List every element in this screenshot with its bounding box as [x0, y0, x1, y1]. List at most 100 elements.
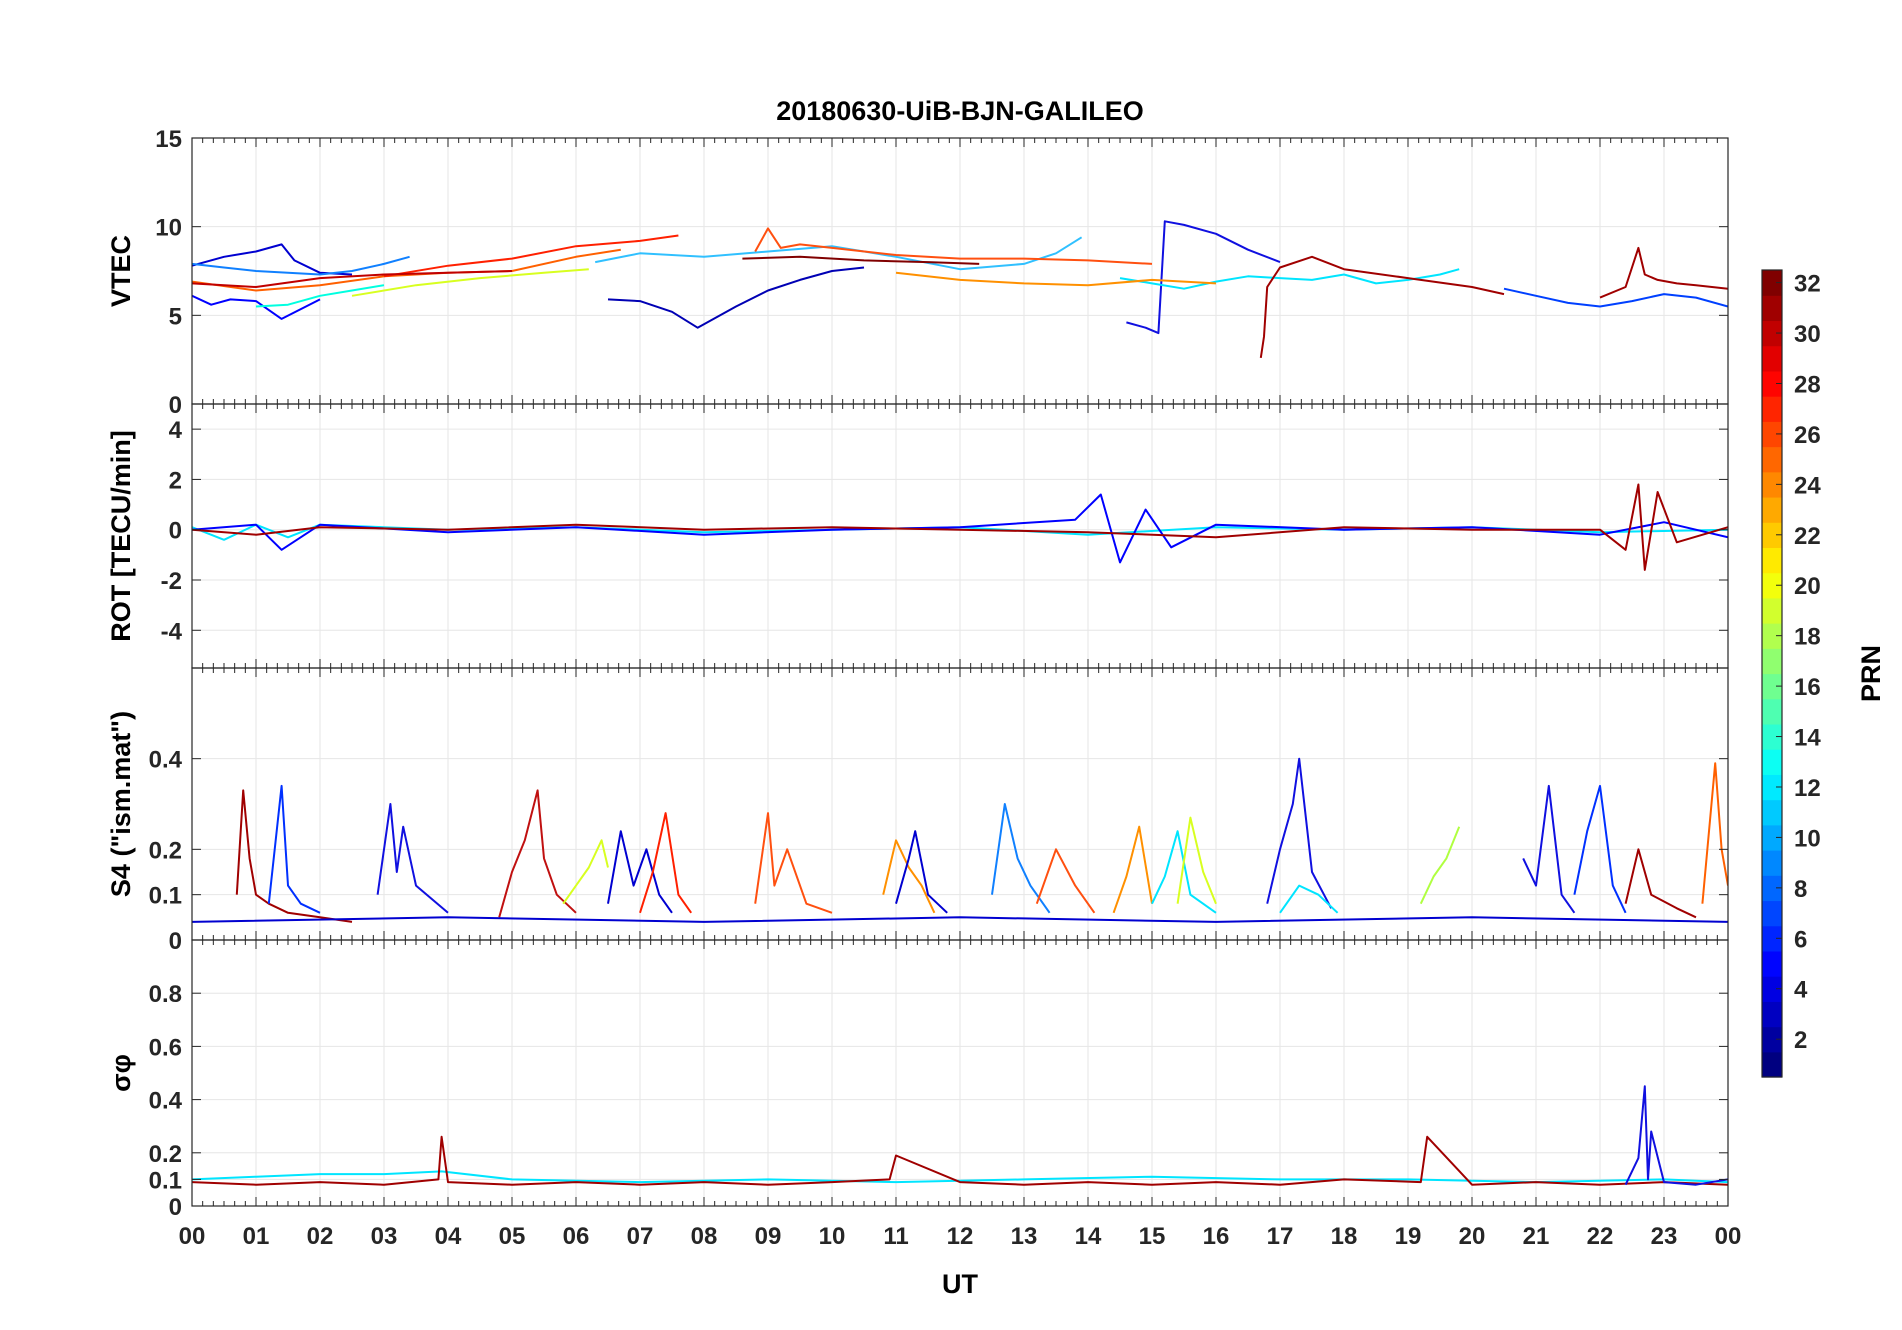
x-tick-label: 13 [1011, 1223, 1038, 1250]
series-prn-26 [754, 812, 833, 914]
series-prn-5 [1624, 1085, 1728, 1186]
colorbar-tick-label: 20 [1794, 573, 1821, 600]
x-tick-label: 21 [1523, 1223, 1550, 1250]
y-axis-label-vtec: VTEC [106, 235, 136, 307]
colorbar-cell [1762, 900, 1782, 927]
y-tick-label: 0.4 [149, 1088, 183, 1115]
x-tick-label: 05 [499, 1223, 526, 1250]
colorbar-cell [1762, 1051, 1782, 1078]
series-prn-5 [376, 803, 449, 914]
x-tick-label: 08 [691, 1223, 718, 1250]
x-tick-label: 00 [1715, 1223, 1742, 1250]
series-prn-3 [192, 243, 353, 276]
colorbar-tick-label: 32 [1794, 271, 1821, 298]
colorbar-cell [1762, 1001, 1782, 1028]
series-prn-11 [595, 236, 1083, 271]
y-tick-label: 15 [155, 126, 182, 153]
x-tick-label: 17 [1267, 1223, 1294, 1250]
x-tick-label: 04 [435, 1223, 462, 1250]
series-prn-13 [1151, 830, 1217, 914]
colorbar-cell [1762, 597, 1782, 624]
x-tick-label: 09 [755, 1223, 782, 1250]
panel-rot: -4 -2 0 2 4 ROT [TECU/min] [106, 403, 1729, 669]
series-prn-28 [639, 812, 693, 914]
y-tick-label: -4 [161, 618, 183, 645]
x-tick-label: 18 [1331, 1223, 1358, 1250]
series-prn-3 [895, 830, 948, 914]
colorbar-tick-label: 22 [1794, 523, 1821, 550]
x-tick-label: 15 [1139, 1223, 1166, 1250]
x-tick-label: 03 [371, 1223, 398, 1250]
colorbar-tick-label: 8 [1794, 876, 1807, 903]
series-prn-31 [235, 789, 353, 923]
y-tick-label: 0.2 [149, 1141, 182, 1168]
figure: 20180630-UiB-BJN-GALILEO 051015VTEC-4-20… [106, 96, 1886, 1299]
colorbar-tick-label: 14 [1794, 725, 1821, 752]
x-tick-label: 10 [819, 1223, 846, 1250]
panel-s4: 0 0.1 0.2 0.4 S4 ("ism.mat") [106, 667, 1729, 955]
series-prn-31 [1624, 848, 1697, 919]
x-tick-label: 20 [1459, 1223, 1486, 1250]
y-tick-label: 5 [169, 303, 182, 330]
colorbar-tick-label: 6 [1794, 926, 1807, 953]
series-prn-28 [383, 234, 679, 278]
series-prn-23 [882, 839, 936, 914]
colorbar-tick-label: 4 [1794, 977, 1808, 1004]
y-axis-label-sigma_phi: σφ [106, 1054, 136, 1092]
series-prn-2 [607, 266, 865, 329]
series-prn-9 [991, 803, 1051, 914]
series-prn-25 [1701, 762, 1728, 904]
colorbar-cell [1762, 850, 1782, 876]
y-tick-label: 0.4 [149, 747, 183, 774]
series-prn-31 [1259, 255, 1505, 359]
colorbar-cell [1762, 950, 1782, 977]
colorbar-cell [1762, 345, 1782, 372]
x-tick-label: 01 [243, 1223, 270, 1250]
colorbar-label: PRN [1856, 645, 1886, 702]
y-tick-label: 10 [155, 215, 182, 242]
series-prn-19 [1419, 826, 1461, 905]
y-tick-label: 0.6 [149, 1034, 182, 1061]
colorbar: 2468101214161820222426283032PRN [1761, 269, 1886, 1078]
series-prn-21 [351, 268, 589, 297]
y-tick-label: 0 [169, 1194, 182, 1221]
x-tick-label: 16 [1203, 1223, 1230, 1250]
x-tick-label: 07 [627, 1223, 654, 1250]
series-prn-28 [498, 789, 577, 918]
y-tick-label: 0.2 [149, 837, 182, 864]
colorbar-tick-label: 10 [1794, 825, 1821, 852]
colorbar-cell [1762, 547, 1782, 574]
y-axis-label-rot: ROT [TECU/min] [106, 430, 136, 641]
colorbar-tick-label: 24 [1794, 472, 1821, 499]
x-tick-label: 12 [947, 1223, 974, 1250]
x-axis-label: UT [942, 1269, 978, 1299]
series-prn-23 [895, 271, 1217, 287]
y-tick-label: -2 [161, 568, 182, 595]
y-tick-label: 0 [169, 518, 182, 545]
colorbar-cell [1762, 496, 1782, 523]
colorbar-tick-label: 18 [1794, 624, 1821, 651]
colorbar-tick-label: 28 [1794, 371, 1821, 398]
colorbar-tick-label: 16 [1794, 674, 1821, 701]
x-tick-label: 06 [563, 1223, 590, 1250]
x-tick-label: 00 [179, 1223, 206, 1250]
chart-title: 20180630-UiB-BJN-GALILEO [776, 96, 1144, 126]
y-axis-label-s4: S4 ("ism.mat") [106, 711, 136, 897]
grid-vtec [191, 137, 1729, 405]
panels: 051015VTEC-4-2024ROT [TECU/min]00.10.20.… [106, 126, 1741, 1250]
series-prn-23 [1112, 825, 1153, 914]
x-tick-label: 11 [883, 1223, 908, 1250]
colorbar-cell [1762, 799, 1782, 826]
y-tick-label: 4 [169, 417, 183, 444]
colorbar-cell [1762, 295, 1782, 322]
series-prn-21 [1176, 816, 1217, 905]
grid-sigma_phi [191, 940, 1729, 1207]
colorbar-cell [1762, 396, 1782, 422]
x-tick-label: 14 [1075, 1223, 1102, 1250]
series-prn-9 [192, 255, 410, 276]
y-tick-label: 0.1 [149, 1167, 182, 1194]
y-tick-label: 0 [169, 392, 182, 419]
grid-rot [191, 404, 1729, 668]
x-tick-label: 02 [307, 1223, 334, 1250]
grid-s4 [191, 668, 1729, 941]
